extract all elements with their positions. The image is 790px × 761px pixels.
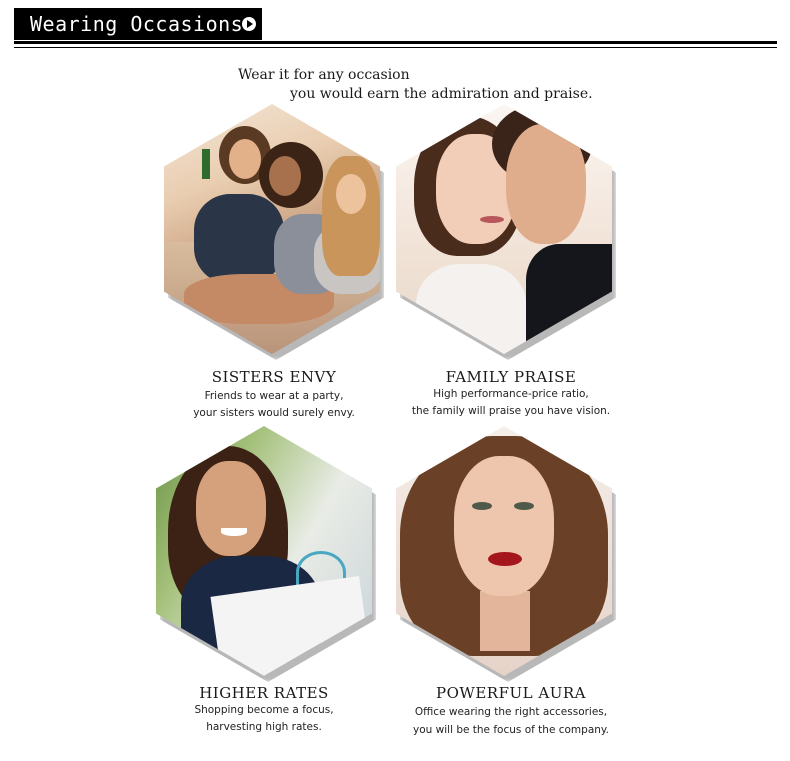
card-line-2: your sisters would surely envy. xyxy=(193,407,355,419)
header-divider xyxy=(14,41,777,44)
card-line-1: Friends to wear at a party, xyxy=(204,390,344,402)
section-header: Wearing Occasions xyxy=(14,8,262,40)
card-title-higher-rates: HIGHER RATES xyxy=(199,684,329,702)
card-title-powerful-aura: POWERFUL AURA xyxy=(436,684,586,702)
section-title: Wearing Occasions xyxy=(30,12,244,36)
card-line-2: the family will praise you have vision. xyxy=(411,405,611,417)
header-divider-thin xyxy=(14,47,777,48)
card-line-2: you will be the focus of the company. xyxy=(413,724,609,736)
card-line-1: High performance-price ratio, xyxy=(433,388,589,400)
intro-line-2: you would earn the admiration and praise… xyxy=(290,86,593,102)
card-line-1: Office wearing the right accessories, xyxy=(414,706,608,718)
card-title-family-praise: FAMILY PRAISE xyxy=(445,368,577,386)
intro-line-1: Wear it for any occasion xyxy=(238,67,410,83)
card-line-2: harvesting high rates. xyxy=(206,721,322,733)
card-title-sisters-envy: SISTERS ENVY xyxy=(211,368,337,386)
play-arrow-icon xyxy=(242,17,256,31)
card-line-1: Shopping become a focus, xyxy=(194,704,334,716)
